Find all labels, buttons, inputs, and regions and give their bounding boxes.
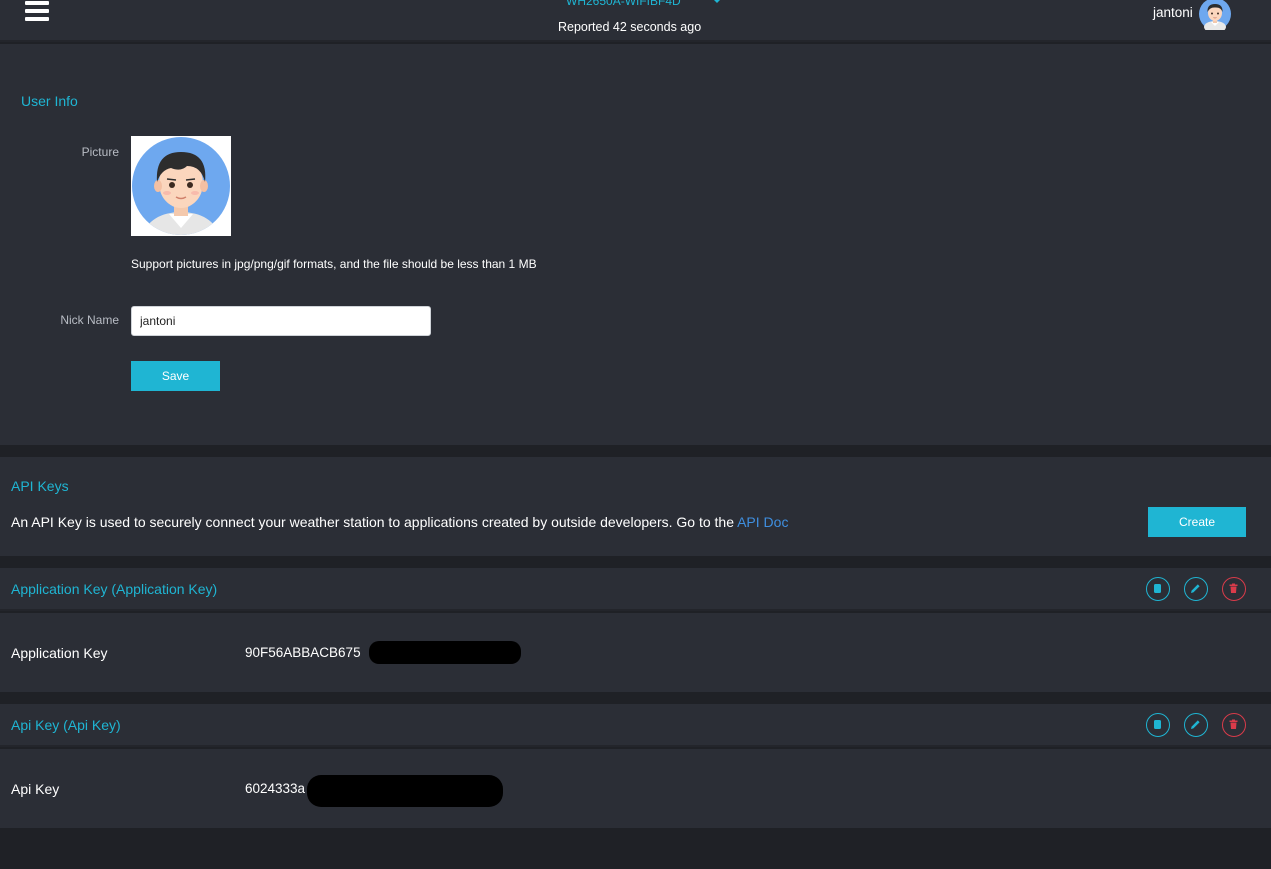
- hamburger-menu-icon[interactable]: [25, 1, 49, 23]
- api-key-header: Api Key (Api Key): [0, 704, 1271, 747]
- api-keys-description-text: An API Key is used to securely connect y…: [11, 514, 738, 530]
- api-key-body: Api Key 6024333a: [0, 749, 1271, 828]
- copy-icon[interactable]: [1146, 577, 1170, 601]
- copy-icon[interactable]: [1146, 713, 1170, 737]
- user-avatar-icon[interactable]: [1199, 0, 1231, 30]
- application-key-title: Application Key (Application Key): [11, 581, 218, 597]
- api-key-label: Api Key: [11, 781, 60, 797]
- api-keys-description: An API Key is used to securely connect y…: [11, 514, 788, 530]
- avatar-image: [132, 137, 230, 235]
- edit-icon[interactable]: [1184, 713, 1208, 737]
- user-info-panel: User Info Picture Support pictures in jp…: [0, 44, 1271, 445]
- application-key-label: Application Key: [11, 645, 108, 661]
- redaction-mark: [369, 641, 521, 664]
- api-doc-link[interactable]: API Doc: [737, 514, 788, 530]
- edit-icon[interactable]: [1184, 577, 1208, 601]
- api-keys-panel: API Keys An API Key is used to securely …: [0, 457, 1271, 556]
- api-keys-title: API Keys: [11, 478, 69, 494]
- api-key-value: 6024333a: [245, 781, 306, 796]
- delete-icon[interactable]: [1222, 577, 1246, 601]
- chevron-down-icon[interactable]: [712, 0, 722, 3]
- user-name: jantoni: [1153, 5, 1193, 20]
- create-button[interactable]: Create: [1148, 507, 1246, 537]
- nick-name-input[interactable]: [131, 306, 431, 336]
- picture-label: Picture: [81, 145, 119, 159]
- save-button[interactable]: Save: [131, 361, 220, 391]
- user-info-title: User Info: [21, 93, 78, 109]
- delete-icon[interactable]: [1222, 713, 1246, 737]
- application-key-body: Application Key 90F56ABBACB675: [0, 613, 1271, 692]
- redaction-mark: [307, 775, 503, 807]
- picture-format-note: Support pictures in jpg/png/gif formats,…: [131, 257, 537, 271]
- nick-name-label: Nick Name: [60, 313, 119, 327]
- device-selector[interactable]: WH2650A-WIFIBF4D: [566, 0, 681, 8]
- profile-picture[interactable]: [131, 136, 231, 236]
- application-key-header: Application Key (Application Key): [0, 568, 1271, 611]
- api-key-title: Api Key (Api Key): [11, 717, 121, 733]
- top-bar: WH2650A-WIFIBF4D Reported 42 seconds ago…: [0, 0, 1271, 42]
- reported-status: Reported 42 seconds ago: [558, 20, 702, 34]
- application-key-value: 90F56ABBACB675: [245, 645, 361, 660]
